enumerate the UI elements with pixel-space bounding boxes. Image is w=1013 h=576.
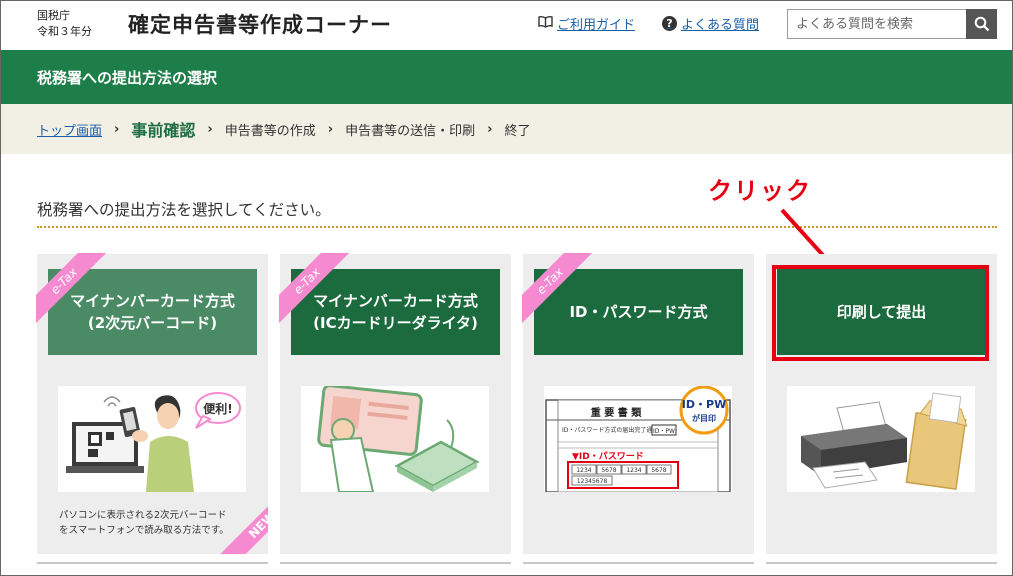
etax-ribbon: e-Tax — [279, 253, 351, 325]
card-bottom-edge — [280, 562, 511, 564]
svg-text:5678: 5678 — [651, 467, 666, 474]
breadcrumb-separator: › — [114, 121, 120, 137]
svg-text:1234: 1234 — [626, 467, 641, 474]
click-annotation: クリック — [708, 176, 812, 205]
etax-ribbon: e-Tax — [522, 253, 594, 325]
page-title-bar: 税務署への提出方法の選択 — [0, 50, 1013, 104]
search-icon — [974, 16, 989, 32]
svg-text:ID・PW: ID・PW — [653, 428, 675, 435]
breadcrumb-separator: › — [207, 121, 213, 137]
method-card-qr: マイナンバーカード方式 (2次元バーコード) 便利! パソコンに表示される2次元… — [36, 253, 268, 554]
svg-text:1234: 1234 — [576, 467, 591, 474]
breadcrumb-top-link[interactable]: トップ画面 — [37, 120, 102, 139]
breadcrumb-step: 申告書等の作成 — [224, 123, 316, 139]
svg-text:が目印: が目印 — [692, 413, 716, 423]
click-highlight-box — [772, 265, 989, 361]
help-icon: ? — [662, 16, 677, 31]
card-bottom-edge — [37, 562, 268, 564]
ic-card-reader-illustration — [301, 386, 489, 492]
guide-link[interactable]: ご利用ガイド — [538, 14, 635, 33]
breadcrumb-step: 終了 — [504, 123, 531, 139]
card-note: パソコンに表示される2次元バーコード をスマートフォンで読み取る方法です。 — [59, 510, 229, 536]
bubble-text: 便利! — [203, 401, 232, 416]
breadcrumb-separator: › — [487, 121, 493, 137]
app-header: 国税庁 令和３年分 確定申告書等作成コーナー ご利用ガイド ? よくある質問 — [0, 0, 1013, 50]
printer-envelope-illustration — [787, 386, 975, 492]
etax-ribbon: e-Tax — [36, 253, 108, 325]
id-password-notice-illustration: 重 要 書 類 ID・パスワード方式の届出完了通知 ID・PW ▼ID・パスワー… — [544, 386, 732, 492]
faq-link[interactable]: ? よくある質問 — [662, 14, 759, 33]
svg-text:▼ID・パスワード: ▼ID・パスワード — [572, 450, 644, 462]
search-button[interactable] — [966, 9, 997, 39]
svg-text:重 要 書 類: 重 要 書 類 — [591, 406, 642, 419]
search-input[interactable] — [787, 9, 967, 39]
breadcrumb-separator: › — [327, 121, 334, 137]
card-bottom-edge — [523, 562, 754, 564]
svg-text:5678: 5678 — [601, 467, 616, 474]
card-bottom-edge — [766, 562, 997, 564]
method-card-idpw: ID・パスワード方式 重 要 書 類 ID・パスワード方式の届出完了通知 ID・… — [522, 253, 754, 554]
app-title[interactable]: 確定申告書等作成コーナー — [128, 9, 392, 39]
book-icon — [538, 15, 553, 32]
new-badge: NEW — [206, 492, 268, 554]
method-card-ic: マイナンバーカード方式 (ICカードリーダライタ) e-Tax — [279, 253, 511, 554]
page-title: 税務署への提出方法の選択 — [37, 69, 218, 87]
svg-text:12345678: 12345678 — [577, 478, 608, 485]
svg-text:ID・PW: ID・PW — [682, 398, 726, 411]
svg-text:ID・パスワード方式の届出完了通知: ID・パスワード方式の届出完了通知 — [562, 426, 658, 434]
breadcrumb-step: 申告書等の送信・印刷 — [345, 123, 476, 139]
breadcrumb-current-step: 事前確認 — [131, 121, 196, 140]
agency-label: 国税庁 令和３年分 — [37, 9, 92, 38]
instruction-text: 税務署への提出方法を選択してください。 — [37, 201, 331, 219]
qr-smartphone-illustration: 便利! — [58, 386, 246, 492]
breadcrumb: トップ画面 › 事前確認 › 申告書等の作成 › 申告書等の送信・印刷 › 終了 — [0, 104, 1013, 154]
